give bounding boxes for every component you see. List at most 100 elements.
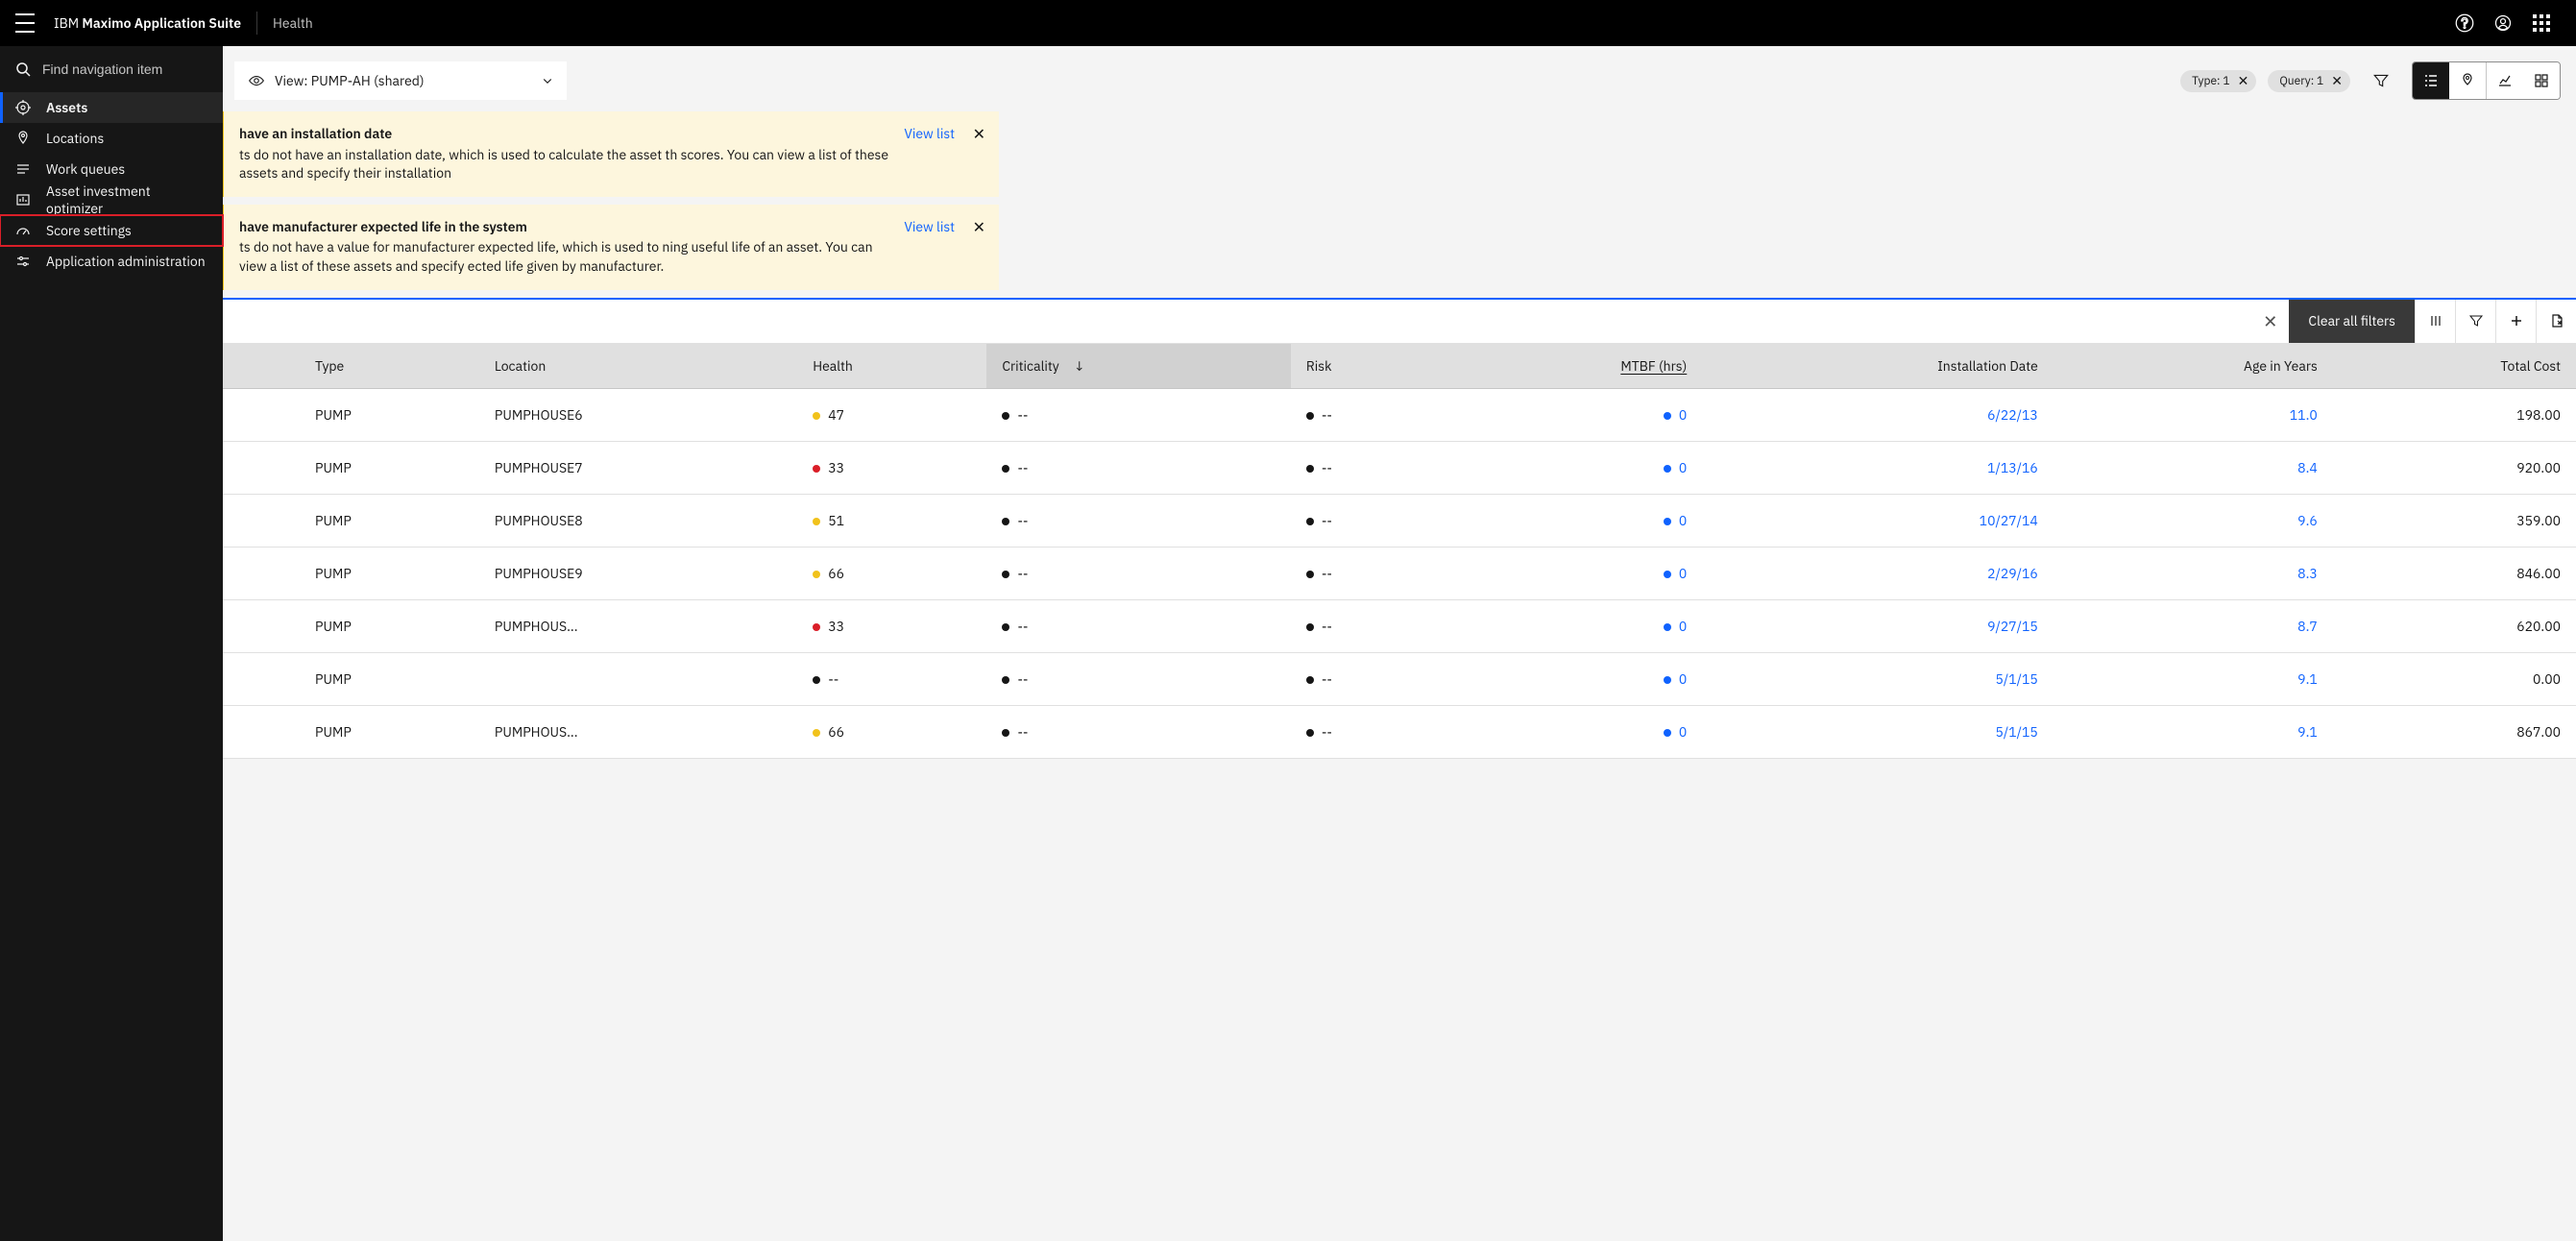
help-button[interactable] <box>2445 4 2484 42</box>
cell-location: PUMPHOUSE9 <box>479 547 797 599</box>
cell-risk: -- <box>1291 388 1443 441</box>
col-health[interactable]: Health <box>797 344 986 389</box>
view-list-link[interactable]: View list <box>904 125 955 183</box>
table-row[interactable]: PUMP PUMPHOUSE6 47 -- -- 0 6/22/13 11.0 … <box>223 388 2576 441</box>
filter-input-area[interactable]: ✕ <box>223 300 2289 343</box>
filter-button[interactable] <box>2362 61 2400 100</box>
cell-cost: 846.00 <box>2333 547 2576 599</box>
sidebar-item-locations[interactable]: Locations <box>0 123 223 154</box>
cell-risk: -- <box>1291 599 1443 652</box>
cell-mtbf: 0 <box>1443 494 1702 547</box>
sidebar-item-app-admin[interactable]: Application administration <box>0 246 223 277</box>
table-row[interactable]: PUMP PUMPHOUSE9 66 -- -- 0 2/29/16 8.3 8… <box>223 547 2576 599</box>
table-row[interactable]: PUMP -- -- -- 0 5/1/15 9.1 0.00 <box>223 652 2576 705</box>
cell-health: 33 <box>797 599 986 652</box>
col-location[interactable]: Location <box>479 344 797 389</box>
cell-location: PUMPHOUS... <box>479 705 797 758</box>
sidebar-search-input[interactable] <box>42 61 216 77</box>
close-icon[interactable]: ✕ <box>2331 74 2343 87</box>
sidebar-item-score-settings[interactable]: Score settings <box>0 215 223 246</box>
grid-view-button[interactable] <box>2523 62 2560 99</box>
assets-table: Type Location Health Criticality ↓ Risk … <box>223 344 2576 759</box>
table-filter-button[interactable] <box>2455 300 2495 343</box>
table-row[interactable]: PUMP PUMPHOUSE8 51 -- -- 0 10/27/14 9.6 … <box>223 494 2576 547</box>
clear-filters-button[interactable]: Clear all filters <box>2289 300 2415 343</box>
cell-age: 9.6 <box>2054 494 2333 547</box>
export-button[interactable] <box>2536 300 2576 343</box>
col-age[interactable]: Age in Years <box>2054 344 2333 389</box>
list-view-button[interactable] <box>2413 62 2449 99</box>
cell-type: PUMP <box>300 652 479 705</box>
table-row[interactable]: PUMP PUMPHOUS... 33 -- -- 0 9/27/15 8.7 … <box>223 599 2576 652</box>
map-view-button[interactable] <box>2449 62 2486 99</box>
eye-icon <box>248 72 265 89</box>
col-risk[interactable]: Risk <box>1291 344 1443 389</box>
sidebar-item-label: Work queues <box>46 160 125 178</box>
cell-criticality: -- <box>986 388 1291 441</box>
cell-health: 47 <box>797 388 986 441</box>
col-cost[interactable]: Total Cost <box>2333 344 2576 389</box>
sidebar-item-asset-investment[interactable]: Asset investment optimizer <box>0 184 223 215</box>
view-selector[interactable]: View: PUMP-AH (shared) <box>234 61 567 100</box>
cell-age: 11.0 <box>2054 388 2333 441</box>
cell-install: 1/13/16 <box>1702 441 2054 494</box>
chevron-down-icon <box>542 75 553 86</box>
close-icon[interactable]: ✕ <box>2263 310 2277 332</box>
cell-age: 9.1 <box>2054 705 2333 758</box>
cell-type: PUMP <box>300 705 479 758</box>
toolbar: View: PUMP-AH (shared) Type: 1 ✕ Query: … <box>0 46 2576 111</box>
cell-type: PUMP <box>300 547 479 599</box>
sidebar-item-work-queues[interactable]: Work queues <box>0 154 223 184</box>
columns-button[interactable] <box>2415 300 2455 343</box>
cell-criticality: -- <box>986 547 1291 599</box>
cell-mtbf: 0 <box>1443 388 1702 441</box>
close-icon[interactable]: ✕ <box>973 218 985 237</box>
cell-health: 51 <box>797 494 986 547</box>
filter-chip-query[interactable]: Query: 1 ✕ <box>2268 70 2350 92</box>
app-switcher-button[interactable] <box>2522 4 2561 42</box>
table-filter-bar: ✕ Clear all filters <box>223 298 2576 344</box>
close-icon[interactable]: ✕ <box>2238 74 2249 87</box>
user-avatar-button[interactable] <box>2484 4 2522 42</box>
cell-risk: -- <box>1291 441 1443 494</box>
col-install-date[interactable]: Installation Date <box>1702 344 2054 389</box>
chart-view-button[interactable] <box>2487 62 2523 99</box>
cell-health: -- <box>797 652 986 705</box>
sidebar-item-assets[interactable]: Assets <box>0 92 223 123</box>
filter-chip-type[interactable]: Type: 1 ✕ <box>2180 70 2256 92</box>
cell-health: 33 <box>797 441 986 494</box>
view-list-link[interactable]: View list <box>904 218 955 277</box>
cell-install: 9/27/15 <box>1702 599 2054 652</box>
cell-install: 2/29/16 <box>1702 547 2054 599</box>
notifications: have an installation date ts do not have… <box>0 111 2576 290</box>
sidebar-search <box>0 46 223 92</box>
notification-title: have an installation date <box>239 125 888 144</box>
cell-criticality: -- <box>986 705 1291 758</box>
cell-risk: -- <box>1291 494 1443 547</box>
gauge-icon <box>15 223 31 238</box>
col-mtbf[interactable]: MTBF (hrs) <box>1443 344 1702 389</box>
sidebar-item-label: Asset investment optimizer <box>46 182 207 217</box>
table-row[interactable]: PUMP PUMPHOUSE7 33 -- -- 0 1/13/16 8.4 9… <box>223 441 2576 494</box>
cell-type: PUMP <box>300 388 479 441</box>
close-icon[interactable]: ✕ <box>973 125 985 144</box>
col-type[interactable]: Type <box>300 344 479 389</box>
sidebar-item-label: Assets <box>46 99 87 116</box>
add-button[interactable] <box>2495 300 2536 343</box>
app-title: IBM Maximo Application Suite <box>54 14 241 32</box>
menu-toggle-button[interactable] <box>15 13 35 33</box>
cell-mtbf: 0 <box>1443 652 1702 705</box>
cell-risk: -- <box>1291 547 1443 599</box>
sidebar-item-label: Locations <box>46 130 104 147</box>
col-criticality[interactable]: Criticality ↓ <box>986 344 1291 389</box>
view-selector-label: View: PUMP-AH (shared) <box>275 72 425 89</box>
cell-age: 8.3 <box>2054 547 2333 599</box>
cell-risk: -- <box>1291 652 1443 705</box>
optimizer-icon <box>15 192 31 207</box>
main-content: View: PUMP-AH (shared) Type: 1 ✕ Query: … <box>0 46 2576 1241</box>
queue-icon <box>15 161 31 177</box>
cell-location: PUMPHOUSE7 <box>479 441 797 494</box>
notification-expected-life: have manufacturer expected life in the s… <box>221 205 999 290</box>
table-row[interactable]: PUMP PUMPHOUS... 66 -- -- 0 5/1/15 9.1 8… <box>223 705 2576 758</box>
app-header: IBM Maximo Application Suite Health <box>0 0 2576 46</box>
